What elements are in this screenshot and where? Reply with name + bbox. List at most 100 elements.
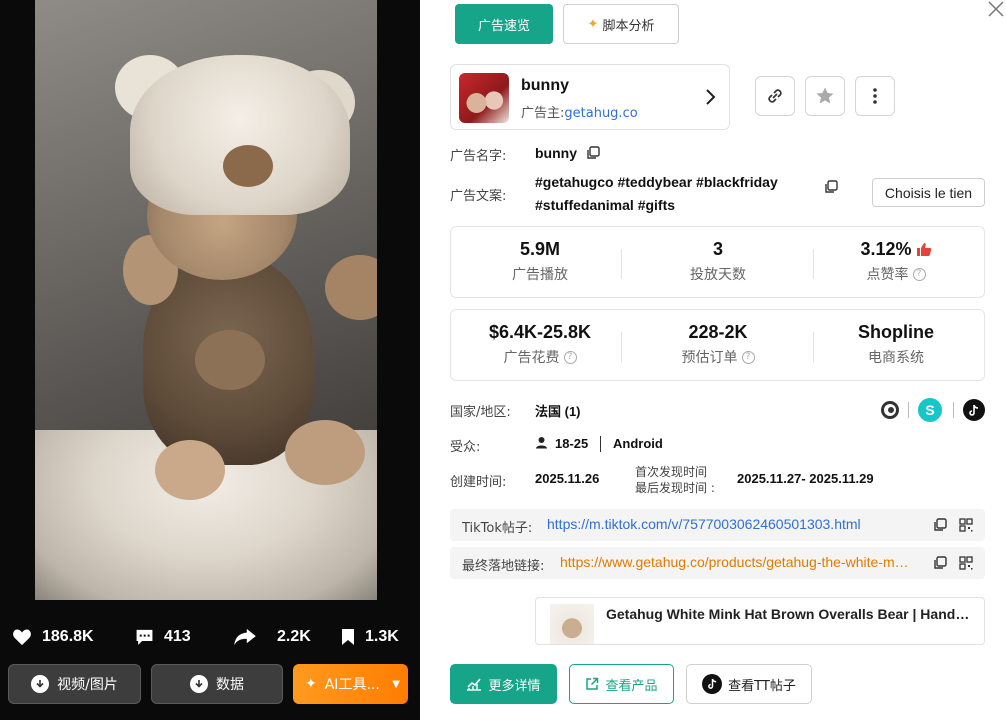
thumbs-up-icon (916, 243, 931, 256)
heart-icon (13, 629, 31, 646)
saves-stat: 1.3K (341, 622, 399, 652)
view-tt-post-button[interactable]: 查看TT帖子 (686, 664, 812, 704)
ad-detail-modal: 186.8K 413 2.2K 1.3K 视频/图片 数据 ✦ AI工具... … (0, 0, 1006, 720)
ai-tools-button[interactable]: ✦ AI工具... ▼ (293, 664, 408, 704)
ad-copy-line2: #stuffedanimal #gifts (535, 197, 676, 213)
link-icon (768, 89, 782, 103)
qr-code-icon[interactable] (959, 518, 973, 532)
tab-overview[interactable]: 广告速览 (455, 4, 553, 44)
ad-owner-prefix: 广告主: (521, 106, 565, 121)
landing-link-row: 最终落地链接: https://www.getahug.co/products/… (450, 547, 985, 579)
help-icon[interactable]: ? (741, 350, 755, 364)
more-details-button[interactable]: 更多详情 (450, 664, 557, 704)
help-icon[interactable]: ? (563, 350, 577, 364)
last-seen-label: 最后发现时间 : (635, 481, 715, 495)
tiktok-icon (963, 399, 985, 421)
shares-count: 2.2K (277, 628, 311, 645)
metric-divider (621, 249, 622, 279)
ai-tools-label: AI工具... (324, 677, 380, 693)
metric-days-value: 3 (712, 239, 723, 259)
shopline-icon: S (918, 398, 942, 422)
icon-divider (908, 402, 909, 418)
comments-stat: 413 (135, 622, 191, 652)
sparkle-icon: ✦ (587, 16, 599, 32)
audience-divider (600, 436, 601, 452)
ad-thumbnail (459, 73, 509, 123)
product-thumbnail (550, 604, 594, 644)
tab-script-analysis[interactable]: ✦ 脚本分析 (563, 4, 679, 44)
likes-stat: 186.8K (12, 622, 94, 652)
metric-like-rate-label: 点赞率 (866, 267, 909, 283)
cta-button-text: Choisis le tien (872, 178, 985, 207)
metric-orders-value: 228-2K (688, 322, 748, 342)
data-download-button[interactable]: 数据 (151, 664, 283, 704)
share-icon (234, 628, 256, 646)
ad-owner: 广告主:getahug.co (521, 102, 638, 121)
metric-orders: 228-2K 预估订单? (629, 310, 807, 380)
metric-ecommerce: Shopline 电商系统 (807, 310, 985, 380)
more-options-button[interactable] (855, 76, 895, 116)
country-value: 法国 (1) (535, 404, 581, 419)
ad-owner-link[interactable]: getahug.co (564, 106, 637, 121)
metric-like-rate-value: 3.12% (860, 239, 912, 259)
bear-foot-left (155, 440, 225, 500)
external-link-icon (586, 677, 599, 690)
landing-link[interactable]: https://www.getahug.co/products/getahug-… (560, 554, 910, 570)
advertiser-card[interactable]: bunny 广告主:getahug.co (450, 64, 730, 130)
product-preview-card[interactable]: Getahug White Mink Hat Brown Overalls Be… (535, 597, 985, 645)
copy-icon[interactable] (933, 556, 947, 570)
metric-days: 3 投放天数 (629, 227, 807, 297)
more-vertical-icon (873, 88, 877, 104)
detail-panel: 广告速览 ✦ 脚本分析 bunny 广告主:getahug.co 广告名字: b… (420, 0, 1006, 720)
audience-label: 受众: (450, 440, 481, 455)
metric-spend-value: $6.4K-25.8K (488, 322, 592, 342)
view-tt-post-label: 查看TT帖子 (728, 678, 796, 694)
copy-icon[interactable] (586, 146, 600, 160)
favorite-button[interactable] (805, 76, 845, 116)
tiktok-post-link[interactable]: https://m.tiktok.com/v/75770030624605013… (547, 516, 897, 532)
copy-link-button[interactable] (755, 76, 795, 116)
hat-badge (223, 145, 273, 187)
metrics-row-2: $6.4K-25.8K 广告花费? 228-2K 预估订单? Shopline … (450, 309, 985, 381)
comments-count: 413 (164, 628, 191, 645)
bear-foot-right (285, 420, 365, 485)
download-icon (190, 675, 208, 693)
bear-hat (130, 55, 350, 215)
bear-arm-right (325, 255, 377, 320)
more-details-label: 更多详情 (488, 678, 541, 694)
metric-like-rate: 3.12% 点赞率? (807, 227, 985, 297)
metric-plays-value: 5.9M (519, 239, 561, 259)
overalls-patch (195, 330, 265, 390)
ad-video[interactable] (35, 0, 377, 600)
audience-os: Android (613, 436, 663, 451)
bookmark-icon (342, 629, 354, 645)
tab-overview-label: 广告速览 (477, 18, 530, 34)
ad-copy-label: 广告文案: (450, 189, 507, 204)
metrics-row-1: 5.9M 广告播放 3 投放天数 3.12% 点赞率? (450, 226, 985, 298)
tiktok-icon (702, 674, 723, 694)
sparkle-icon: ✦ (305, 676, 317, 692)
likes-count: 186.8K (42, 628, 94, 645)
view-product-button[interactable]: 查看产品 (569, 664, 674, 704)
metric-spend: $6.4K-25.8K 广告花费? (451, 310, 629, 380)
qr-code-icon[interactable] (959, 556, 973, 570)
tiktok-post-label: TikTok帖子: (462, 521, 533, 536)
created-label: 创建时间: (450, 475, 507, 490)
video-panel: 186.8K 413 2.2K 1.3K 视频/图片 数据 ✦ AI工具... … (0, 0, 420, 720)
close-icon[interactable] (987, 0, 1005, 18)
chart-icon (467, 678, 482, 691)
ad-copy-line1: #getahugco #teddybear #blackfriday (535, 174, 778, 190)
copy-icon[interactable] (824, 180, 838, 194)
metric-days-label: 投放天数 (690, 267, 746, 283)
copy-icon[interactable] (933, 518, 947, 532)
metric-orders-label: 预估订单 (681, 350, 738, 366)
video-stats: 186.8K 413 2.2K 1.3K (0, 622, 420, 652)
help-icon[interactable]: ? (912, 267, 926, 281)
chevron-right-icon (706, 89, 716, 105)
ad-name-value: bunny (535, 145, 577, 161)
saves-count: 1.3K (365, 628, 399, 645)
audience-age: 18-25 (555, 436, 589, 451)
dropdown-caret-icon[interactable]: ▼ (392, 679, 400, 690)
product-title: Getahug White Mink Hat Brown Overalls Be… (606, 606, 976, 622)
media-download-button[interactable]: 视频/图片 (8, 664, 141, 704)
